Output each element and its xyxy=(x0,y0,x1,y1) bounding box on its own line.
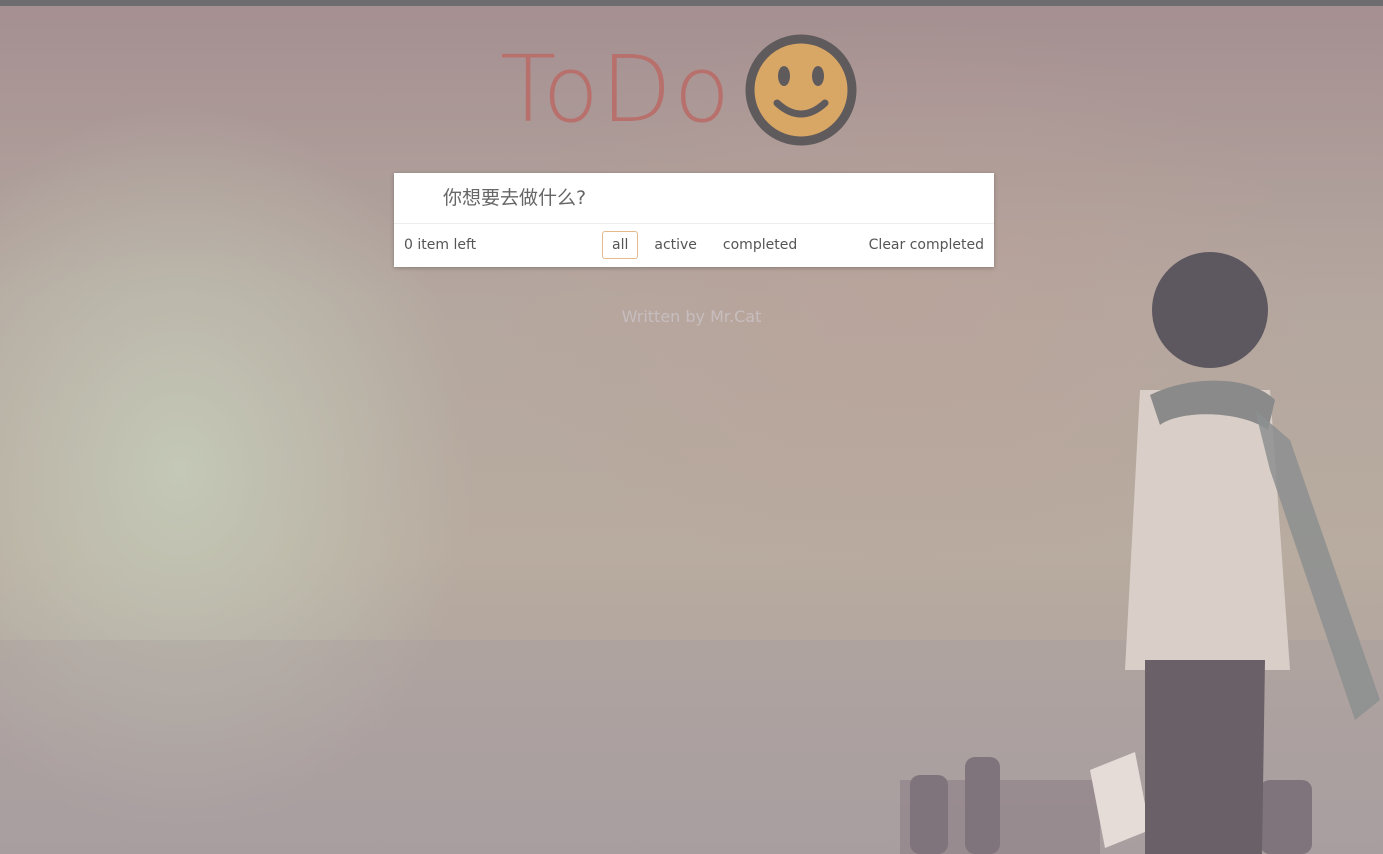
filter-all[interactable]: all xyxy=(602,231,639,259)
todo-card: 0 item left all active completed Clear c… xyxy=(394,173,994,267)
smiley-face-icon xyxy=(745,34,857,146)
filter-completed[interactable]: completed xyxy=(713,231,807,259)
item-count: 0 item left xyxy=(404,237,477,253)
filter-group: all active completed xyxy=(602,231,807,259)
app-title: ToDo xyxy=(500,36,732,143)
new-todo-input[interactable] xyxy=(394,173,994,224)
filter-active[interactable]: active xyxy=(644,231,707,259)
app-header: ToDo xyxy=(500,30,858,150)
clear-completed-button[interactable]: Clear completed xyxy=(869,237,984,253)
credit-text: Written by Mr.Cat xyxy=(621,307,762,326)
top-bar xyxy=(0,0,1383,6)
todo-footer: 0 item left all active completed Clear c… xyxy=(394,224,994,267)
